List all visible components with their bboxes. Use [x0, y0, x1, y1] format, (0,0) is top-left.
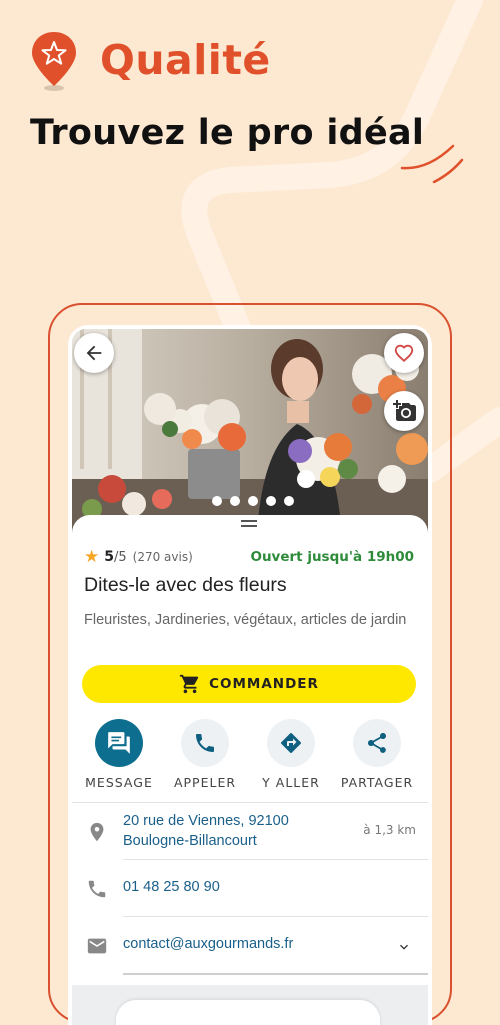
directions-label: Y ALLER	[262, 775, 320, 790]
heart-icon	[394, 344, 414, 363]
order-label: COMMANDER	[209, 676, 319, 692]
divider	[123, 916, 428, 917]
directions-action[interactable]: Y ALLER	[248, 719, 334, 790]
bottom-card[interactable]	[116, 1000, 380, 1025]
underline-flourish	[400, 144, 464, 184]
order-button[interactable]: COMMANDER	[82, 665, 416, 703]
opening-status: Ouvert jusqu'à 19h00	[250, 549, 414, 565]
phone-number[interactable]: 01 48 25 80 90	[123, 879, 220, 895]
favorite-button[interactable]	[384, 333, 424, 373]
phone-icon	[196, 734, 214, 752]
call-label: APPELER	[173, 775, 237, 790]
details-sheet: ★ 5 /5 (270 avis) Ouvert jusqu'à 19h00 D…	[72, 515, 428, 1025]
divider	[123, 973, 428, 975]
drag-handle[interactable]	[241, 520, 257, 528]
address-line1: 20 rue de Viennes, 92100	[123, 813, 289, 829]
phone-screen: ★ 5 /5 (270 avis) Ouvert jusqu'à 19h00 D…	[68, 325, 432, 1025]
business-categories: Fleuristes, Jardineries, végétaux, artic…	[84, 612, 407, 628]
business-photo[interactable]	[72, 329, 428, 534]
divider	[123, 859, 428, 860]
message-icon	[108, 732, 130, 754]
star-icon: ★	[84, 547, 100, 567]
business-name: Dites-le avec des fleurs	[84, 574, 287, 596]
arrow-left-icon	[86, 345, 102, 361]
location-pin-icon	[90, 822, 104, 842]
chevron-down-icon[interactable]	[396, 939, 412, 955]
share-action[interactable]: PARTAGER	[334, 719, 420, 790]
share-label: PARTAGER	[340, 775, 414, 790]
share-icon	[368, 733, 386, 753]
pagination-dot[interactable]	[284, 496, 294, 506]
star-pin-icon	[32, 32, 76, 91]
call-action[interactable]: APPELER	[162, 719, 248, 790]
address[interactable]: 20 rue de Viennes, 92100 Boulogne-Billan…	[123, 811, 289, 851]
mail-icon	[87, 938, 107, 954]
rating-count[interactable]: (270 avis)	[133, 550, 193, 564]
back-button[interactable]	[74, 333, 114, 373]
pagination-dot[interactable]	[266, 496, 276, 506]
camera-plus-icon	[393, 400, 416, 421]
add-photo-button[interactable]	[384, 391, 424, 431]
action-bar: MESSAGE APPELER Y ALLER PARTAGER	[72, 719, 428, 790]
pagination-dot[interactable]	[248, 496, 258, 506]
email-address[interactable]: contact@auxgourmands.fr	[123, 936, 293, 952]
distance: à 1,3 km	[363, 823, 416, 837]
message-action[interactable]: MESSAGE	[76, 719, 162, 790]
phone-icon	[88, 880, 106, 898]
divider	[72, 802, 428, 803]
rating-max: /5	[114, 549, 127, 565]
pagination-dot[interactable]	[230, 496, 240, 506]
pagination-dot[interactable]	[212, 496, 222, 506]
rating: ★ 5 /5 (270 avis)	[84, 547, 193, 567]
brand-title: Qualité	[100, 36, 271, 84]
address-line2: Boulogne-Billancourt	[123, 833, 257, 849]
rating-value: 5	[104, 549, 114, 565]
cart-icon	[179, 674, 199, 694]
header: Qualité Trouvez le pro idéal	[0, 0, 500, 200]
photo-pagination	[212, 496, 294, 506]
message-label: MESSAGE	[85, 775, 153, 790]
directions-icon	[281, 733, 301, 753]
tagline: Trouvez le pro idéal	[30, 113, 425, 153]
